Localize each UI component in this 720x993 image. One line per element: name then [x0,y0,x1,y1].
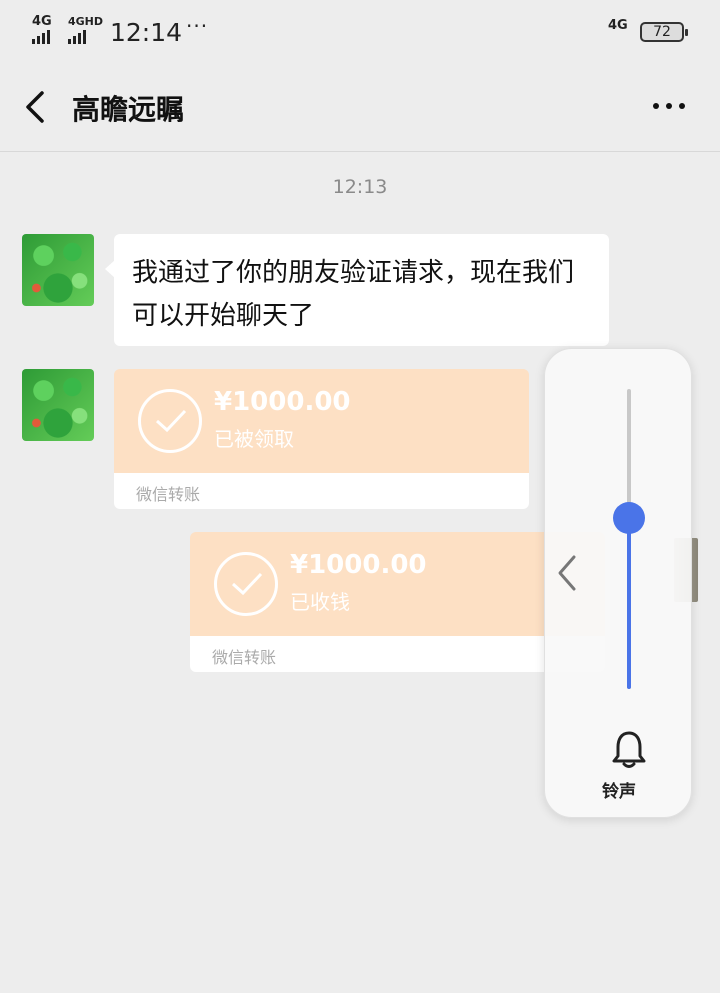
check-circle-icon [138,389,202,453]
signal-indicator-1: 4G [32,14,52,44]
chat-title: 高瞻远瞩 [72,93,185,126]
transfer-amount: ¥1000.00 [290,550,427,580]
transfer-card-body: ¥1000.00 已收钱 [190,532,605,636]
transfer-card-sent[interactable]: ¥1000.00 已收钱 微信转账 [190,532,605,672]
transfer-label: 微信转账 [212,648,277,667]
chat-timestamp: 12:13 [332,176,388,198]
status-time: 12:14 [110,18,183,47]
avatar[interactable] [22,234,94,306]
message-text: 我通过了你的朋友验证请求，现在我们可以开始聊天了 [132,258,575,331]
more-horizontal-icon[interactable] [650,96,690,116]
battery-icon: 72 [640,22,688,42]
volume-slider-fill [627,518,631,689]
network-label-1: 4G [32,14,52,29]
network-right-label: 4G [608,18,628,33]
transfer-footer: 微信转账 [114,473,529,509]
bell-icon[interactable] [611,729,647,769]
transfer-footer: 微信转账 [190,636,605,672]
volume-panel: 铃声 [544,348,692,818]
signal-indicator-2: 4GHD [68,14,103,44]
check-circle-icon [214,552,278,616]
signal-bars-icon [68,30,103,44]
chevron-left-icon[interactable] [22,90,52,124]
transfer-label: 微信转账 [136,485,201,504]
transfer-card-received[interactable]: ¥1000.00 已被领取 微信转账 [114,369,529,509]
transfer-card-body: ¥1000.00 已被领取 [114,369,529,473]
transfer-status: 已收钱 [290,590,350,614]
ringtone-label: 铃声 [602,782,636,802]
notification-more-icon: ··· [186,14,209,38]
status-bar: 4G 4GHD 12:14 ··· 4G 72 [0,0,720,62]
volume-slider[interactable] [613,389,645,689]
chat-header: 高瞻远瞩 [0,62,720,152]
chevron-left-icon[interactable] [555,553,579,593]
signal-bars-icon [32,30,52,44]
transfer-amount: ¥1000.00 [214,387,351,417]
network-label-2: 4GHD [68,15,104,28]
avatar[interactable] [22,369,94,441]
volume-slider-knob[interactable] [613,502,645,534]
message-bubble[interactable]: 我通过了你的朋友验证请求，现在我们可以开始聊天了 [105,234,609,346]
transfer-status: 已被领取 [214,427,294,451]
